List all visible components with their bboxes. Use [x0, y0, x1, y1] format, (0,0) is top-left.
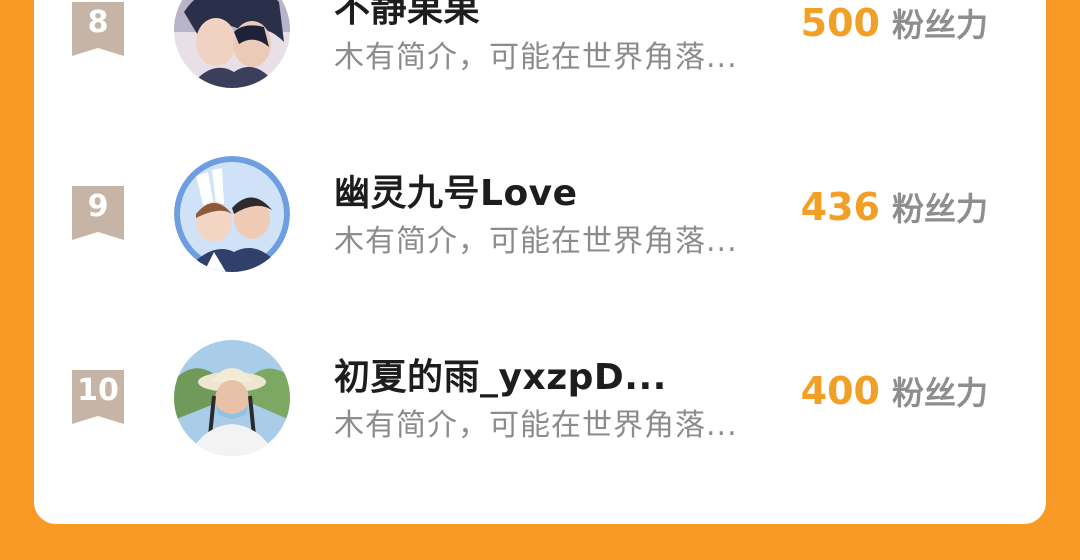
score-value: 500	[800, 1, 880, 45]
fan-power-score: 500 粉丝力	[801, 0, 988, 46]
avatar-anime-couple-icon	[174, 0, 290, 88]
score-unit: 粉丝力	[891, 190, 988, 228]
score-unit: 粉丝力	[891, 6, 988, 44]
avatar-photo-girl-hat-icon	[174, 340, 290, 456]
ranking-card: 8 不静果果 木有简介，可能在世界角落... 500 粉丝力 9 幽灵九号Lov…	[34, 0, 1046, 524]
rank-badge: 8	[72, 2, 124, 58]
fan-power-score: 400 粉丝力	[801, 368, 988, 414]
user-bio: 木有简介，可能在世界角落...	[334, 224, 738, 259]
user-name[interactable]: 不静果果	[334, 0, 480, 32]
user-avatar[interactable]	[174, 156, 290, 272]
fan-power-score: 436 粉丝力	[801, 184, 988, 230]
ranking-row-9[interactable]: 9 幽灵九号Love 木有简介，可能在世界角落... 436 粉丝力	[34, 154, 1046, 284]
rank-number: 8	[87, 5, 109, 40]
score-value: 436	[800, 185, 880, 229]
score-unit: 粉丝力	[891, 374, 988, 412]
ranking-row-8[interactable]: 8 不静果果 木有简介，可能在世界角落... 500 粉丝力	[34, 0, 1046, 100]
avatar-anime-bunny-boys-icon	[174, 156, 290, 272]
rank-badge: 10	[72, 370, 124, 426]
user-avatar[interactable]	[174, 340, 290, 456]
user-bio: 木有简介，可能在世界角落...	[334, 40, 738, 75]
rank-number: 10	[77, 373, 119, 408]
rank-number: 9	[87, 189, 109, 224]
user-bio: 木有简介，可能在世界角落...	[334, 408, 738, 443]
user-name[interactable]: 初夏的雨_yxzpD...	[334, 348, 667, 400]
score-value: 400	[800, 369, 880, 413]
rank-badge: 9	[72, 186, 124, 242]
user-avatar[interactable]	[174, 0, 290, 88]
user-name[interactable]: 幽灵九号Love	[334, 164, 578, 216]
ranking-row-10[interactable]: 10 初夏的雨_yxzpD... 木有简介，可能在世界角落... 400 粉丝力	[34, 338, 1046, 468]
